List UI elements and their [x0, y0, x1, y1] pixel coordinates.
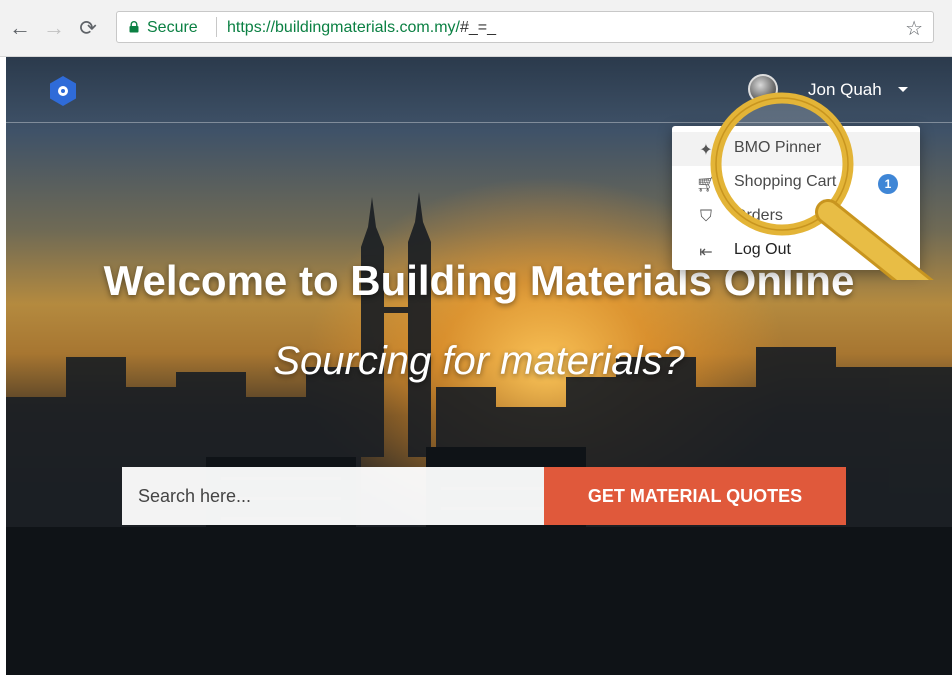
search-input[interactable] [122, 467, 544, 525]
menu-item-label: Log Out [734, 241, 791, 258]
avatar [748, 74, 778, 104]
url-separator [216, 17, 217, 37]
browser-toolbar: ← → ⟳ Secure https://buildingmaterials.c… [0, 0, 952, 57]
menu-item-shopping-cart[interactable]: 🛒︎ Shopping Cart 1 [672, 166, 920, 200]
get-material-quotes-button[interactable]: GET MATERIAL QUOTES [544, 467, 846, 525]
url-text[interactable]: https://buildingmaterials.com.my/#_=_ [227, 19, 496, 37]
search-form: GET MATERIAL QUOTES [122, 467, 846, 525]
menu-item-log-out[interactable]: ⇤ Log Out [672, 234, 920, 268]
cart-count-badge: 1 [878, 174, 898, 194]
menu-item-orders[interactable]: ⛉ Orders [672, 200, 920, 234]
reload-icon[interactable]: ⟳ [76, 16, 100, 40]
user-name: Jon Quah [808, 80, 882, 99]
menu-item-label: BMO Pinner [734, 139, 822, 156]
pin-icon: ✦ [699, 142, 713, 159]
logout-icon: ⇤ [699, 244, 713, 261]
forward-arrow-icon[interactable]: → [42, 15, 66, 40]
bmo-logo-icon[interactable] [48, 75, 78, 107]
cart-icon: 🛒︎ [696, 176, 717, 193]
menu-item-label: Shopping Cart [734, 173, 837, 190]
basket-icon: ⛉ [699, 208, 712, 225]
url-path: #_=_ [459, 19, 497, 36]
navbar-divider [6, 122, 952, 123]
caret-down-icon [898, 87, 908, 92]
url-host: https://buildingmaterials.com.my/ [227, 19, 460, 36]
back-arrow-icon[interactable]: ← [8, 15, 32, 40]
lock-icon [129, 21, 139, 33]
menu-item-label: Orders [734, 207, 783, 224]
bookmark-star-icon[interactable]: ☆ [905, 16, 923, 41]
user-dropdown-menu: ✦ BMO Pinner 🛒︎ Shopping Cart 1 ⛉ Orders… [672, 126, 920, 270]
address-bar[interactable]: Secure https://buildingmaterials.com.my/… [116, 11, 934, 43]
secure-label: Secure [147, 19, 198, 36]
hero-subheadline: Sourcing for materials? [273, 339, 685, 383]
menu-item-bmo-pinner[interactable]: ✦ BMO Pinner [672, 132, 920, 166]
